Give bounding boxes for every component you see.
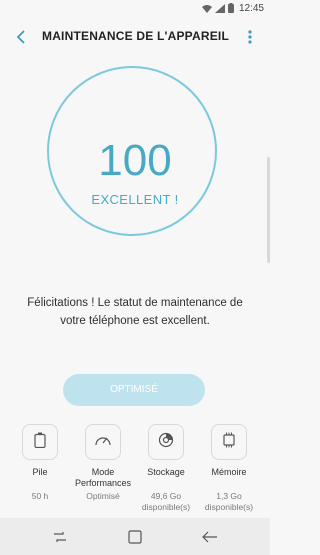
edge-panel-handle[interactable] <box>267 157 270 263</box>
score-value: 100 <box>98 136 172 185</box>
battery-icon <box>228 3 234 16</box>
battery-icon <box>34 432 46 453</box>
score-label: EXCELLENT ! <box>91 192 179 207</box>
tile-label: Pile <box>32 467 48 477</box>
wifi-icon <box>202 4 212 16</box>
app-bar: MAINTENANCE DE L'APPAREIL <box>0 18 270 56</box>
tile-memory[interactable]: Mémoire 1,3 Go disponible(s) <box>198 424 260 512</box>
status-time: 12:45 <box>238 3 264 14</box>
more-vert-icon[interactable] <box>244 27 256 47</box>
tile-label: Stockage <box>147 467 185 477</box>
tile-storage[interactable]: Stockage 49,6 Go disponible(s) <box>135 424 197 512</box>
optimise-button[interactable]: OPTIMISÉ <box>63 374 205 406</box>
tile-performance[interactable]: Mode Performances Optimisé <box>72 424 134 501</box>
speedometer-icon <box>94 433 112 452</box>
storage-icon <box>158 432 174 453</box>
back-icon[interactable] <box>201 528 219 546</box>
tile-label: Mémoire <box>211 467 247 477</box>
back-arrow-icon[interactable] <box>10 26 32 48</box>
home-icon[interactable] <box>126 528 144 546</box>
tile-value: 49,6 Go disponible(s) <box>141 491 191 512</box>
tile-value: 50 h <box>31 491 49 501</box>
tile-label: Mode Performances <box>74 467 132 488</box>
signal-icon <box>215 3 225 16</box>
tile-value: 1,3 Go disponible(s) <box>204 491 254 512</box>
tile-battery[interactable]: Pile 50 h <box>9 424 71 501</box>
maintenance-tiles: Pile 50 h Mode Performances Optimisé Sto… <box>0 424 270 516</box>
status-bar: 12:45 <box>0 0 270 18</box>
memory-chip-icon <box>221 432 237 453</box>
navigation-bar <box>0 518 270 555</box>
page-title: MAINTENANCE DE L'APPAREIL <box>42 29 229 43</box>
status-message: Félicitations ! Le statut de maintenance… <box>27 297 243 327</box>
tile-value: Optimisé <box>86 491 120 501</box>
recent-apps-icon[interactable] <box>51 528 69 546</box>
